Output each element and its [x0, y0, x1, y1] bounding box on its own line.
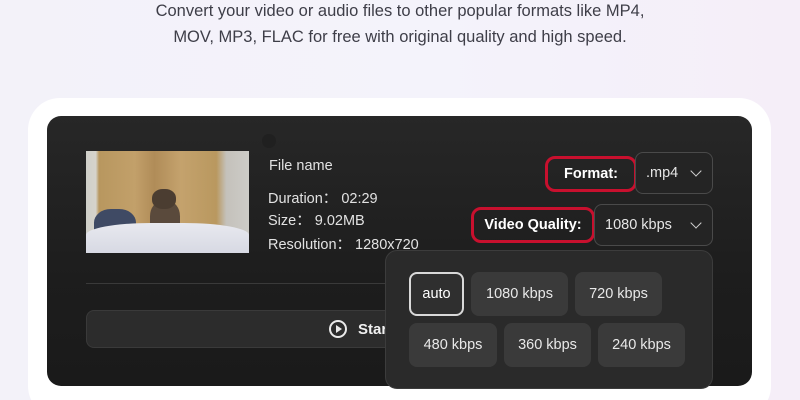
decorative-dot: [262, 134, 276, 148]
thumbnail-blanket: [86, 223, 249, 253]
quality-option-720[interactable]: 720 kbps: [575, 272, 662, 316]
quality-option-480[interactable]: 480 kbps: [409, 323, 497, 367]
thumbnail-cat-head: [152, 189, 176, 209]
video-quality-dropdown: [385, 250, 713, 389]
video-quality-label: Video Quality:: [484, 217, 582, 233]
divider: [86, 283, 386, 284]
intro-line-1: Convert your video or audio files to oth…: [155, 2, 645, 20]
start-button-label: Star: [358, 321, 388, 338]
chevron-down-icon: [690, 217, 702, 229]
play-icon: [329, 320, 347, 338]
start-button[interactable]: Star: [86, 310, 416, 348]
format-label: Format:: [564, 166, 618, 182]
video-quality-select-value: 1080 kbps: [605, 217, 672, 233]
video-quality-select[interactable]: 1080 kbps: [594, 204, 713, 246]
format-select-value: .mp4: [646, 165, 679, 181]
video-thumbnail: [86, 151, 249, 253]
quality-option-240[interactable]: 240 kbps: [598, 323, 685, 367]
file-duration: Duration： 02:29: [268, 191, 378, 207]
intro-line-2: MOV, MP3, FLAC for free with original qu…: [173, 28, 627, 46]
file-name-label: File name: [269, 158, 333, 174]
quality-option-360[interactable]: 360 kbps: [504, 323, 591, 367]
chevron-down-icon: [690, 165, 702, 177]
format-select[interactable]: .mp4: [635, 152, 713, 194]
quality-option-auto[interactable]: auto: [409, 272, 464, 316]
quality-option-1080[interactable]: 1080 kbps: [471, 272, 568, 316]
file-size: Size： 9.02MB: [268, 213, 365, 229]
